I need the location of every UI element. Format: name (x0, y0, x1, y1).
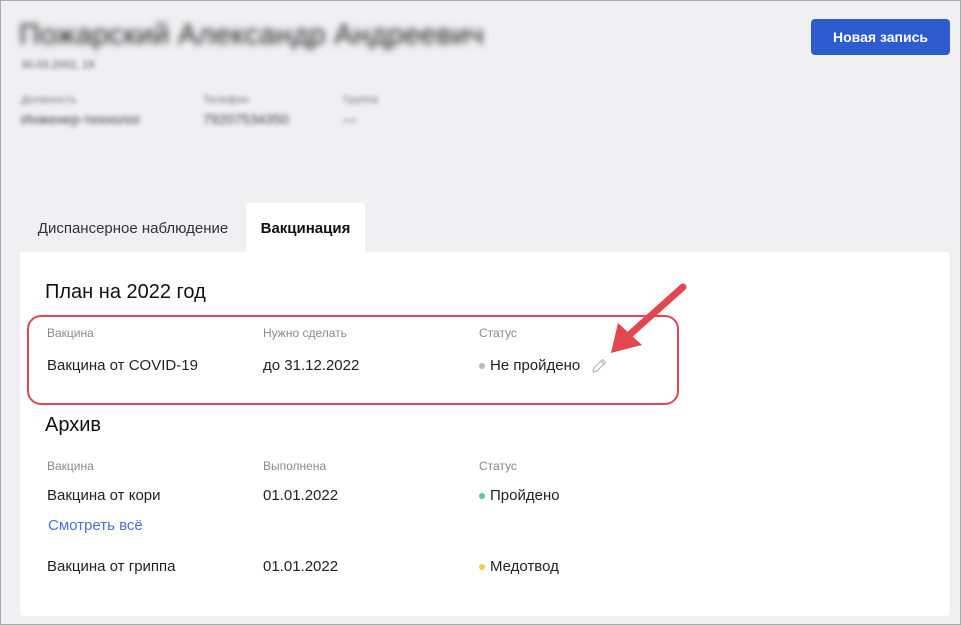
archive-row-2-status: Медотвод (479, 558, 559, 575)
patient-name: Пожарский Александр Андреевич (19, 19, 485, 51)
field-value-group: — (343, 111, 357, 127)
status-text: Пройдено (490, 487, 560, 504)
field-label-group: Группа (343, 94, 378, 106)
plan-title: План на 2022 год (45, 281, 206, 303)
archive-title: Архив (45, 414, 102, 436)
archive-row-1-vaccine: Вакцина от кори (47, 487, 161, 504)
annotation-highlight (27, 315, 679, 405)
status-dot-exemption (479, 563, 485, 570)
field-label-position: Должность (21, 94, 77, 106)
status-text: Медотвод (490, 558, 559, 575)
tab-dispensary[interactable]: Диспансерное наблюдение (21, 203, 245, 253)
archive-row-1-status: Пройдено (479, 487, 560, 504)
archive-row-1-done: 01.01.2022 (263, 487, 339, 504)
app-window: Пожарский Александр Андреевич 30.03.2002… (0, 0, 961, 625)
status-dot-passed (479, 492, 485, 499)
patient-dob: 30.03.2002, 19 (21, 59, 95, 71)
archive-row-2-vaccine: Вакцина от гриппа (47, 558, 176, 575)
see-all-link[interactable]: Смотреть всё (48, 517, 143, 534)
new-record-button[interactable]: Новая запись (811, 19, 950, 55)
field-value-position: Инженер-технолог (21, 111, 142, 127)
archive-col-done: Выполнена (263, 459, 327, 473)
field-label-phone: Телефон (203, 94, 249, 106)
archive-col-status: Статус (479, 459, 517, 473)
archive-row-2-done: 01.01.2022 (263, 558, 339, 575)
archive-col-vaccine: Вакцина (47, 459, 94, 473)
field-value-phone: 79207534350 (203, 111, 289, 127)
tab-vaccination[interactable]: Вакцинация (246, 203, 365, 253)
arrow-icon (611, 283, 687, 353)
